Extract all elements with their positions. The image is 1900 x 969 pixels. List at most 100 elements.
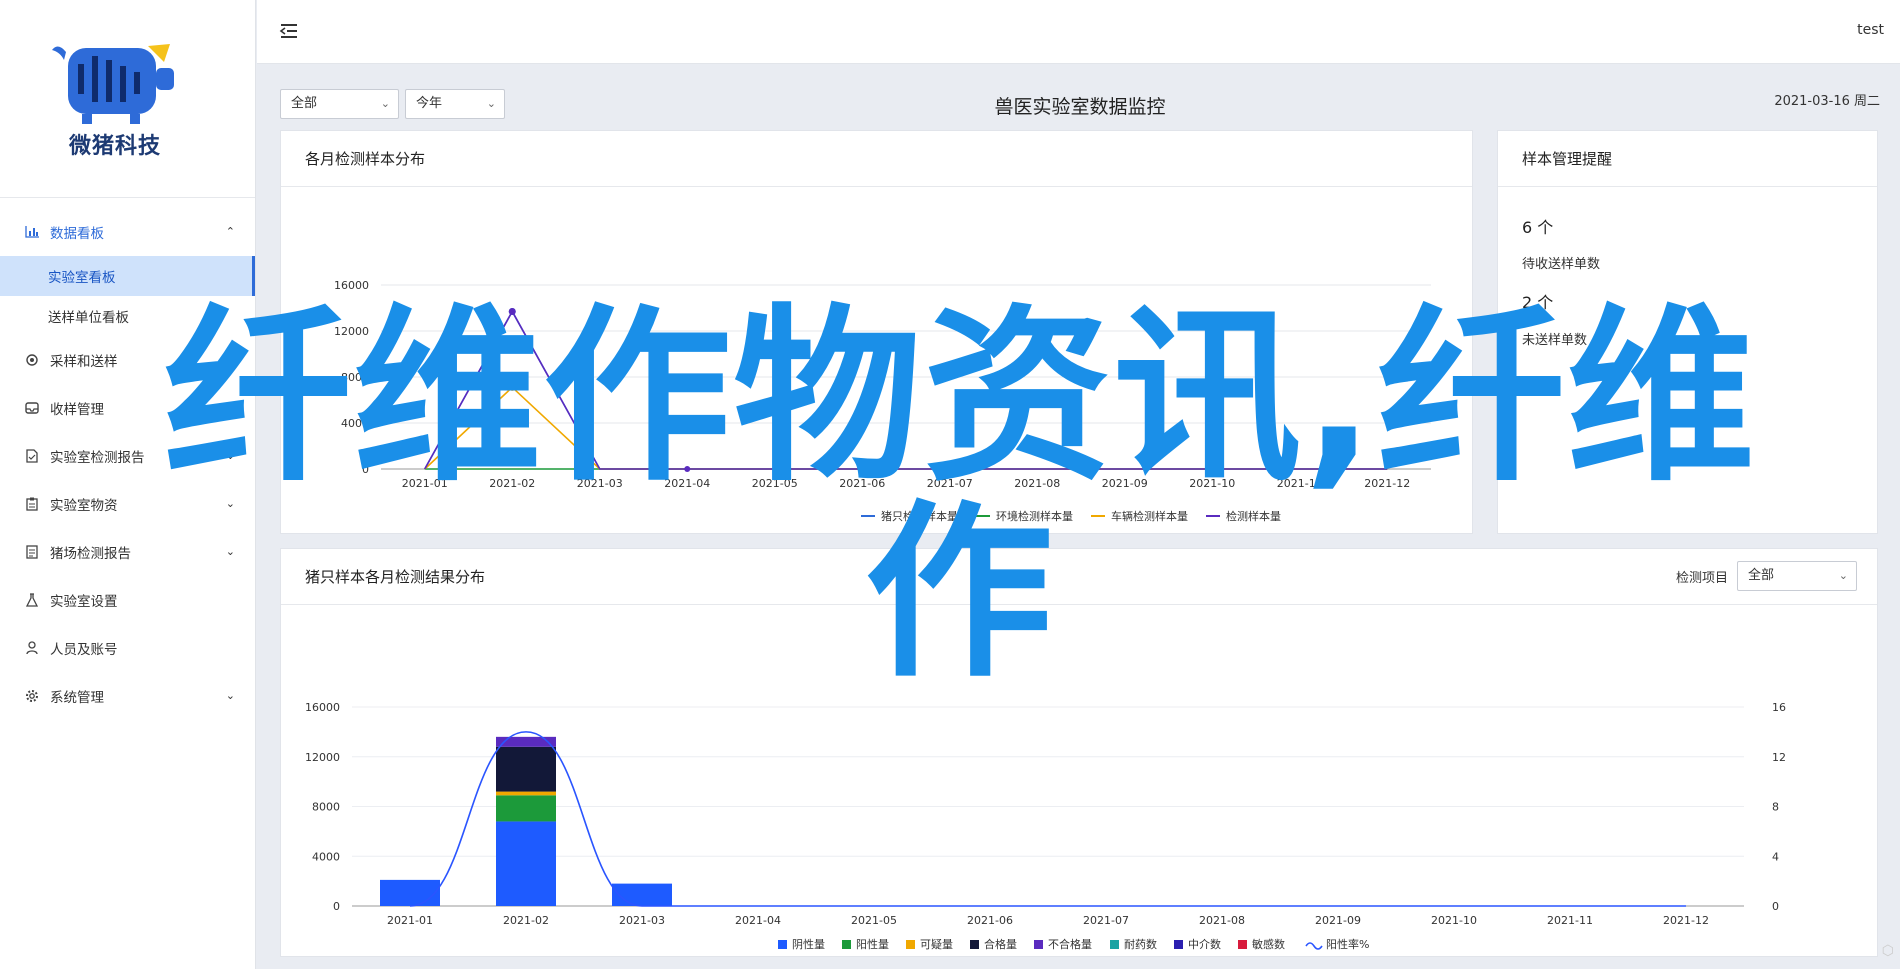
logo: 微猪科技 bbox=[0, 0, 255, 198]
period-select[interactable]: 今年 ⌄ bbox=[405, 89, 505, 119]
sidebar-item-label: 猪场检测报告 bbox=[50, 546, 131, 562]
x-tick-label: 2021-05 bbox=[851, 914, 897, 927]
user-name[interactable]: test bbox=[1857, 22, 1884, 38]
unsent-label: 未送样单数 bbox=[1522, 333, 1588, 348]
bar-segment bbox=[496, 821, 556, 906]
legend-swatch bbox=[1305, 942, 1323, 950]
x-tick-label: 2021-06 bbox=[967, 914, 1013, 927]
chevron-down-icon: ⌄ bbox=[380, 97, 390, 110]
card-title: 各月检测样本分布 bbox=[281, 131, 1472, 187]
data-point bbox=[1209, 466, 1216, 472]
legend-swatch bbox=[1110, 940, 1119, 949]
series-line bbox=[424, 309, 1388, 470]
legend-swatch bbox=[842, 940, 851, 949]
y2-tick-label: 16 bbox=[1772, 701, 1786, 714]
x-tick-label: 2021-09 bbox=[1315, 914, 1361, 927]
page-title: 兽医实验室数据监控 bbox=[994, 96, 1166, 118]
x-tick-label: 2021-01 bbox=[402, 477, 448, 490]
x-tick-label: 2021-10 bbox=[1431, 914, 1477, 927]
result-chart-card: 猪只样本各月检测结果分布 检测项目 全部 ⌄ 0 4000 8000 12000 160… bbox=[280, 548, 1878, 957]
chevron-down-icon: ⌄ bbox=[225, 449, 235, 462]
sidebar-item-label: 系统管理 bbox=[50, 690, 104, 706]
legend-swatch bbox=[970, 940, 979, 949]
pig-logo-icon bbox=[52, 44, 174, 124]
x-tick-label: 2021-04 bbox=[664, 477, 710, 490]
sidebar-item-farm-report[interactable]: 猪场检测报告 ⌄ bbox=[0, 528, 255, 576]
menu-collapse-icon[interactable] bbox=[279, 22, 299, 40]
chevron-down-icon: ⌄ bbox=[1838, 569, 1848, 582]
sidebar-item-accounts[interactable]: 人员及账号 bbox=[0, 624, 255, 672]
flask-icon bbox=[24, 592, 40, 608]
legend-label: 猪只检测样本量 bbox=[881, 509, 958, 523]
range-select[interactable]: 全部 ⌄ bbox=[280, 89, 399, 119]
legend-label: 可疑量 bbox=[920, 938, 953, 951]
clipboard-icon bbox=[24, 496, 40, 512]
y2-tick-label: 12 bbox=[1772, 751, 1786, 764]
x-tick-label: 2021-03 bbox=[577, 477, 623, 490]
x-tick-label: 2021-12 bbox=[1663, 914, 1709, 927]
sidebar-item-lab-supplies[interactable]: 实验室物资 ⌄ bbox=[0, 480, 255, 528]
card-title: 样本管理提醒 bbox=[1498, 131, 1877, 187]
legend-swatch bbox=[778, 940, 787, 949]
sidebar-menu: 数据看板 ⌃ 实验室看板 送样单位看板 采样和送样 ⌄ 收样管理 实验室检测报告… bbox=[0, 198, 255, 720]
data-point bbox=[684, 466, 691, 472]
sidebar-item-label: 收样管理 bbox=[50, 402, 104, 418]
x-tick-label: 2021-08 bbox=[1014, 477, 1060, 490]
bar-segment bbox=[496, 795, 556, 822]
bar-segment bbox=[496, 746, 556, 792]
legend-label: 合格量 bbox=[984, 937, 1017, 951]
y-tick-label: 0 bbox=[362, 463, 369, 476]
x-tick-label: 2021-02 bbox=[503, 914, 549, 927]
sidebar-item-label: 数据看板 bbox=[50, 226, 104, 242]
legend-label: 耐药数 bbox=[1124, 938, 1157, 951]
chevron-up-icon: ⌃ bbox=[225, 225, 235, 238]
test-item-select[interactable]: 全部 ⌄ bbox=[1737, 561, 1857, 591]
legend-label: 检测样本量 bbox=[1226, 509, 1281, 523]
legend-swatch bbox=[1034, 940, 1043, 949]
y-tick-label: 16000 bbox=[334, 279, 369, 292]
y-tick-label: 0 bbox=[333, 900, 340, 913]
x-tick-label: 2021-09 bbox=[1102, 477, 1148, 490]
test-item-select-value: 全部 bbox=[1748, 568, 1775, 583]
y-tick-label: 8000 bbox=[312, 801, 340, 814]
x-tick-label: 2021-11 bbox=[1277, 477, 1323, 490]
result-bar-chart: 0 4000 8000 12000 16000 0 4 8 12 16 2021-01 2021-02… bbox=[305, 701, 1786, 951]
corner-watermark-logo: ⬡ bbox=[1881, 943, 1894, 959]
sidebar-item-lab-settings[interactable]: 实验室设置 bbox=[0, 576, 255, 624]
report-icon bbox=[24, 448, 40, 464]
card-title: 猪只样本各月检测结果分布 bbox=[281, 549, 1877, 605]
sidebar-item-sampling[interactable]: 采样和送样 ⌄ bbox=[0, 336, 255, 384]
bar-chart-icon bbox=[24, 224, 40, 240]
sidebar-item-receive[interactable]: 收样管理 bbox=[0, 384, 255, 432]
gear-icon bbox=[24, 688, 40, 704]
x-tick-label: 2021-04 bbox=[735, 914, 781, 927]
x-tick-label: 2021-07 bbox=[927, 477, 973, 490]
sidebar-item-lab-dashboard[interactable]: 实验室看板 bbox=[0, 256, 255, 296]
y-tick-label: 12000 bbox=[334, 325, 369, 338]
y2-tick-label: 8 bbox=[1772, 801, 1779, 814]
x-tick-label: 2021-10 bbox=[1189, 477, 1235, 490]
legend-label: 阳性率% bbox=[1326, 937, 1369, 951]
sidebar-item-dashboard[interactable]: 数据看板 ⌃ bbox=[0, 208, 255, 256]
document-icon bbox=[24, 544, 40, 560]
series-line bbox=[424, 309, 1388, 470]
current-date: 2021-03-16 周二 bbox=[1774, 94, 1880, 109]
x-tick-label: 2021-06 bbox=[839, 477, 885, 490]
sidebar-item-lab-report[interactable]: 实验室检测报告 ⌄ bbox=[0, 432, 255, 480]
reminder-card: 样本管理提醒 6 个 待收送样单数 2 个 未送样单数 bbox=[1497, 130, 1878, 534]
sidebar-item-system[interactable]: 系统管理 ⌄ bbox=[0, 672, 255, 720]
chevron-down-icon: ⌄ bbox=[225, 689, 235, 702]
x-tick-label: 2021-02 bbox=[489, 477, 535, 490]
rate-line bbox=[409, 731, 1686, 907]
sidebar-item-label: 实验室设置 bbox=[50, 594, 118, 610]
legend-swatch bbox=[1174, 940, 1183, 949]
pending-count: 6 个 bbox=[1522, 218, 1554, 237]
y-tick-label: 4000 bbox=[341, 417, 369, 430]
x-tick-label: 2021-11 bbox=[1547, 914, 1593, 927]
sidebar-item-unit-dashboard[interactable]: 送样单位看板 bbox=[0, 296, 255, 336]
y-tick-label: 4000 bbox=[312, 850, 340, 863]
bar-segment bbox=[496, 791, 556, 796]
chevron-down-icon: ⌄ bbox=[225, 353, 235, 366]
legend-label: 中介数 bbox=[1188, 938, 1221, 951]
legend-swatch bbox=[1238, 940, 1247, 949]
